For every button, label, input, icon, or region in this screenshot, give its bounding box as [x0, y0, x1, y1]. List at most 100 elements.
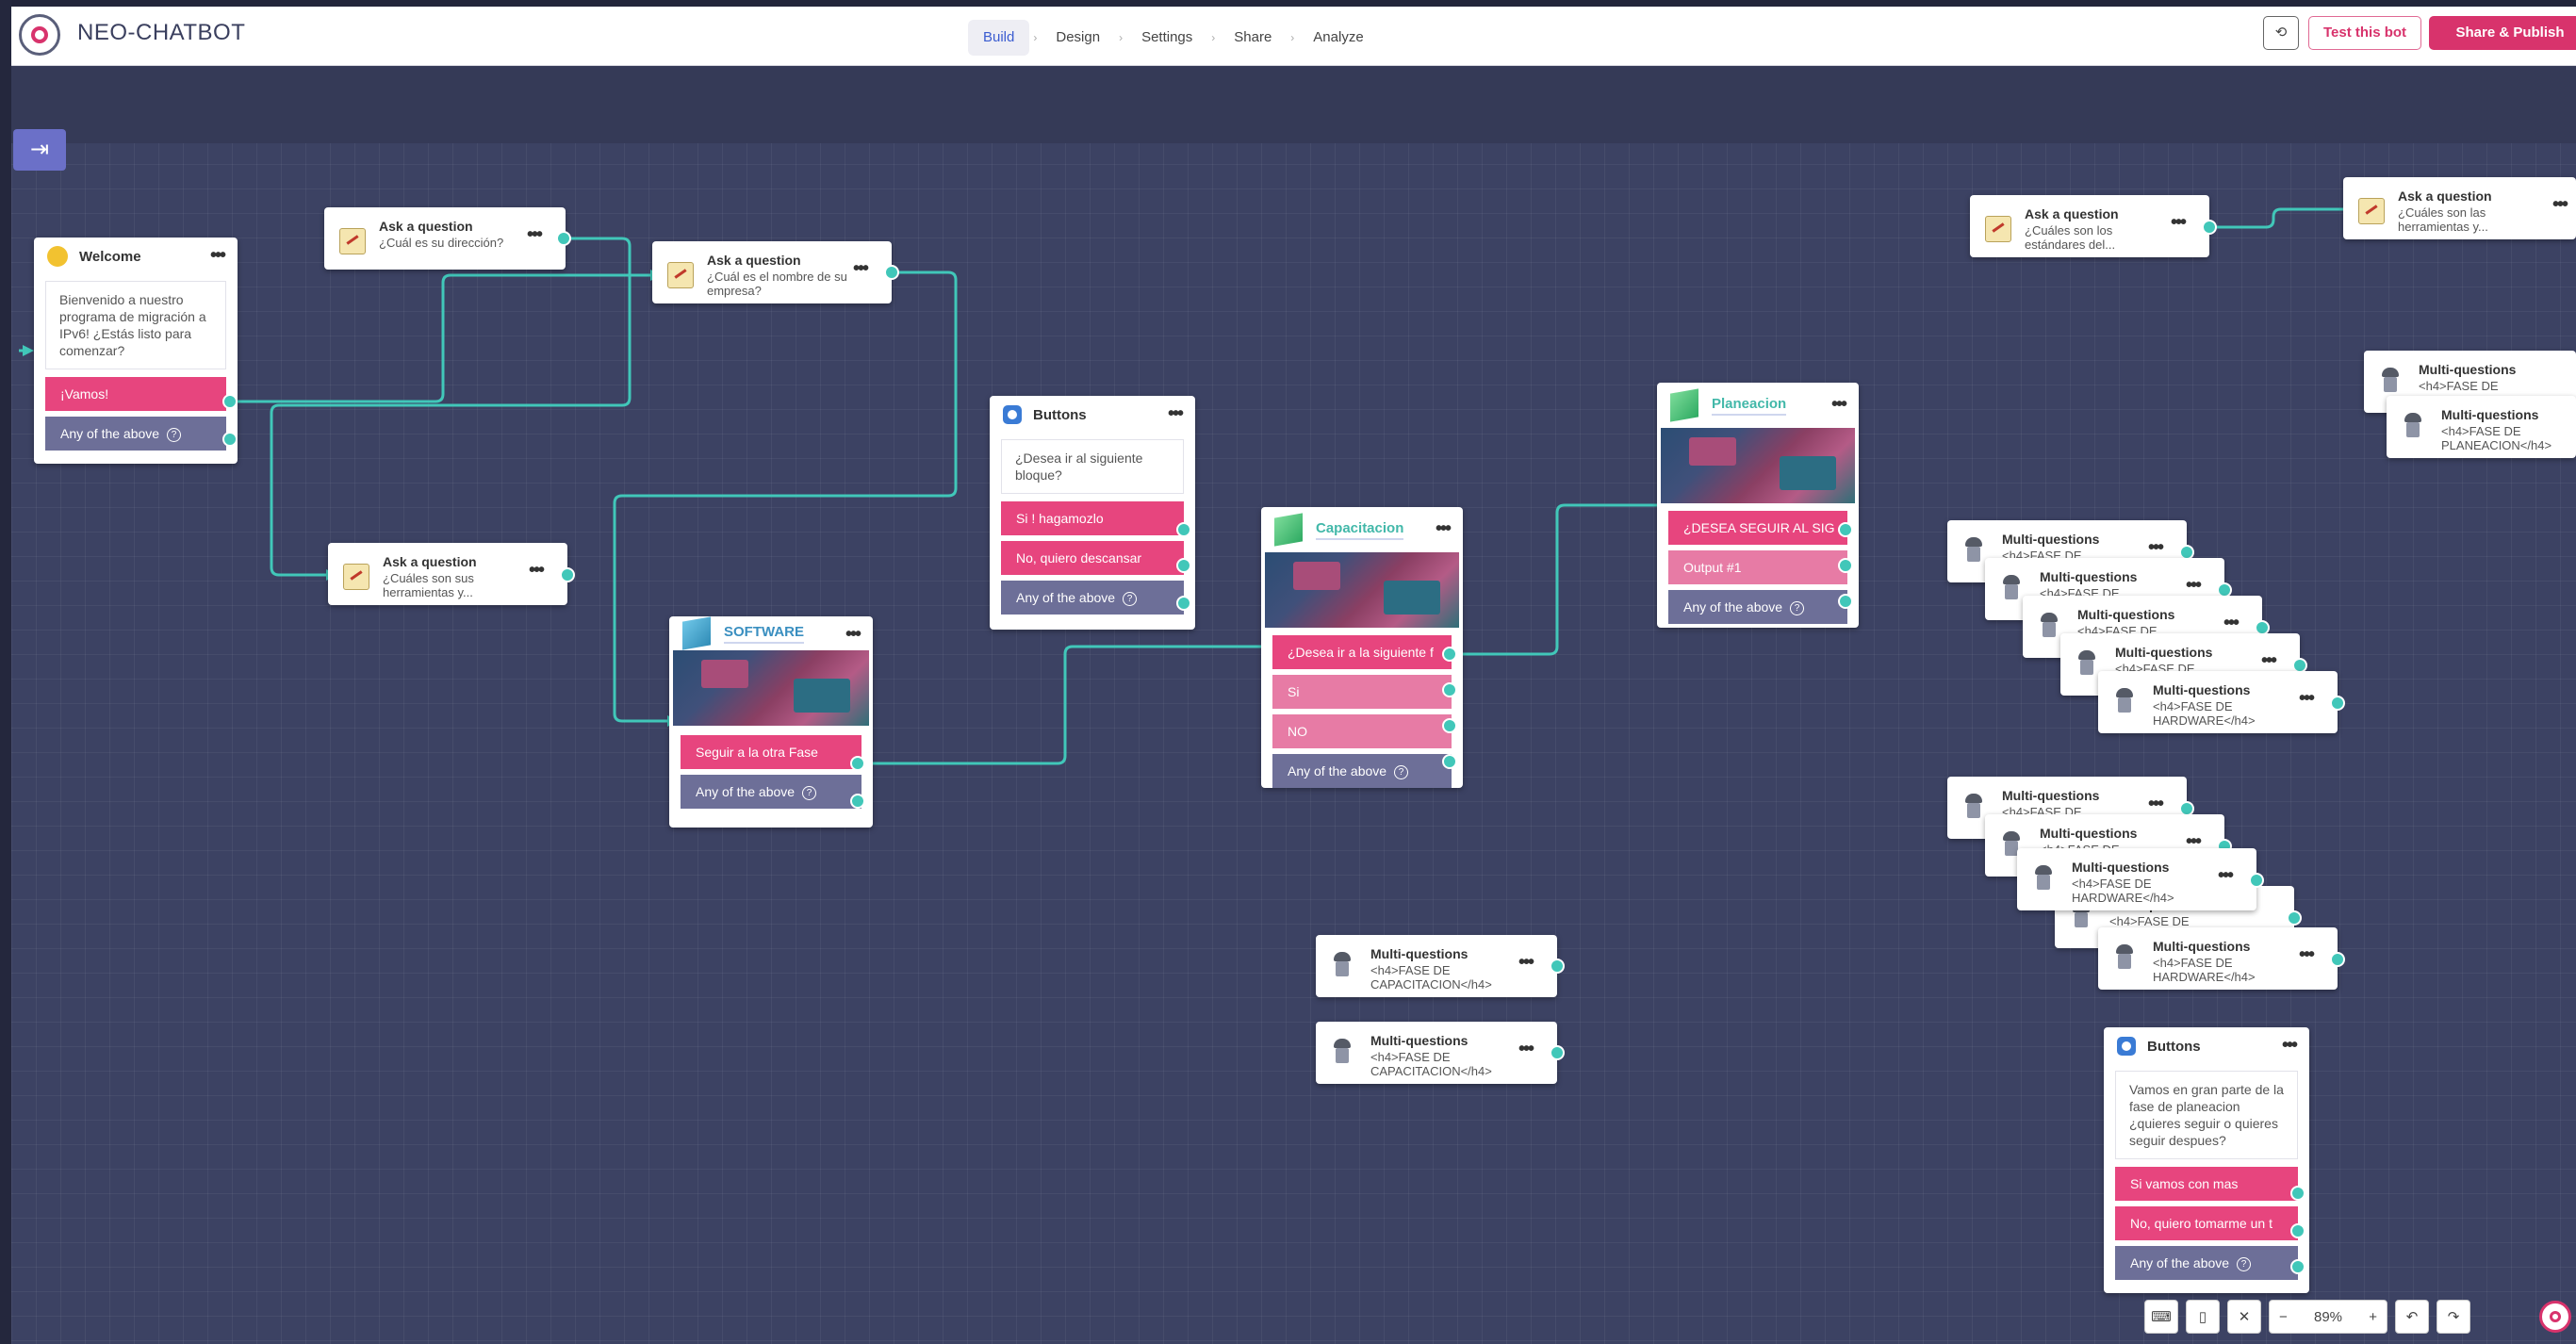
more-options-icon[interactable]: ••• [2186, 575, 2202, 597]
node-multi-questions[interactable]: Multi-questions <h4>FASE DE CAPACITACION… [1316, 1022, 1557, 1084]
help-icon[interactable]: ? [167, 427, 182, 442]
help-icon[interactable]: ? [2237, 1256, 2252, 1271]
node-ask-question-1[interactable]: Ask a question ¿Cuál es su dirección? ••… [324, 207, 566, 270]
option-button[interactable]: ¡Vamos! [45, 377, 226, 411]
output-port-icon[interactable] [1176, 522, 1191, 537]
node-ask-question-2[interactable]: Ask a question ¿Cuál es el nombre de su … [652, 241, 892, 303]
fit-view-button[interactable]: ✕ [2227, 1300, 2261, 1334]
option-button[interactable]: Si [1272, 675, 1452, 709]
output-port-icon[interactable] [884, 265, 899, 280]
output-port-icon[interactable] [2290, 1223, 2305, 1238]
output-port-icon[interactable] [556, 231, 571, 246]
option-button[interactable]: Output #1 [1668, 550, 1847, 584]
output-port-icon[interactable] [2290, 1259, 2305, 1274]
option-any[interactable]: Any of the above? [1668, 590, 1847, 624]
more-options-icon[interactable]: ••• [529, 560, 545, 582]
output-port-icon[interactable] [1442, 682, 1457, 697]
more-options-icon[interactable]: ••• [2299, 688, 2315, 710]
node-multi-questions[interactable]: Multi-questions <h4>FASE DE HARDWARE</h4… [2017, 848, 2256, 910]
node-welcome[interactable]: Welcome ••• Bienvenido a nuestro programa… [34, 238, 238, 464]
option-button[interactable]: ¿DESEA SEGUIR AL SIG [1668, 511, 1847, 545]
help-icon[interactable]: ? [1394, 764, 1409, 779]
help-icon[interactable]: ? [1790, 600, 1805, 615]
node-title[interactable]: SOFTWARE [724, 624, 804, 644]
more-options-icon[interactable]: ••• [1831, 394, 1847, 416]
node-multi-questions[interactable]: Multi-questions <h4>FASE DE HARDWARE</h4… [2098, 671, 2338, 733]
option-button[interactable]: NO [1272, 714, 1452, 748]
output-port-icon[interactable] [1176, 596, 1191, 611]
output-port-icon[interactable] [1838, 522, 1853, 537]
option-button[interactable]: Si vamos con mas [2115, 1167, 2298, 1201]
node-software[interactable]: SOFTWARE ••• Seguir a la otra Fase Any of… [669, 616, 873, 828]
more-options-icon[interactable]: ••• [2148, 794, 2164, 815]
option-any[interactable]: Any of the above? [1272, 754, 1452, 788]
output-port-icon[interactable] [1550, 1045, 1565, 1060]
zoom-in-icon[interactable]: + [2369, 1309, 2377, 1325]
output-port-icon[interactable] [850, 756, 865, 771]
output-port-icon[interactable] [1176, 558, 1191, 573]
more-options-icon[interactable]: ••• [2299, 944, 2315, 966]
node-planeacion[interactable]: Planeacion ••• ¿DESEA SEGUIR AL SIG Outpu… [1657, 383, 1859, 628]
node-title[interactable]: Planeacion [1712, 396, 1787, 416]
redo-button[interactable]: ↷ [2437, 1300, 2470, 1334]
more-options-icon[interactable]: ••• [1436, 518, 1452, 540]
spy-icon [2032, 865, 2055, 892]
more-options-icon[interactable]: ••• [2552, 194, 2568, 216]
output-port-icon[interactable] [850, 794, 865, 809]
output-port-icon[interactable] [2330, 952, 2345, 967]
node-buttons-1[interactable]: Buttons ••• ¿Desea ir al siguiente bloque… [990, 396, 1195, 630]
more-options-icon[interactable]: ••• [527, 224, 543, 246]
node-ask-question-3[interactable]: Ask a question ¿Cuáles son sus herramien… [328, 543, 567, 605]
output-port-icon[interactable] [2290, 1186, 2305, 1201]
more-options-icon[interactable]: ••• [210, 245, 226, 267]
node-multi-questions[interactable]: Multi-questions <h4>FASE DE HARDWARE</h4… [2098, 927, 2338, 990]
more-options-icon[interactable]: ••• [2261, 650, 2277, 672]
more-options-icon[interactable]: ••• [2218, 865, 2234, 887]
output-port-icon[interactable] [1838, 594, 1853, 609]
mouse-mode-button[interactable]: ▯ [2186, 1300, 2220, 1334]
more-options-icon[interactable]: ••• [1518, 1039, 1534, 1060]
node-title[interactable]: Capacitacion [1316, 520, 1404, 540]
node-buttons-2[interactable]: Buttons ••• Vamos en gran parte de la fas… [2104, 1027, 2309, 1293]
more-options-icon[interactable]: ••• [2282, 1035, 2298, 1057]
option-any[interactable]: Any of the above? [45, 417, 226, 451]
node-capacitacion[interactable]: Capacitacion ••• ¿Desea ir a la siguiente… [1261, 507, 1463, 788]
keyboard-shortcuts-button[interactable]: ⌨ [2144, 1300, 2178, 1334]
undo-button[interactable]: ↶ [2395, 1300, 2429, 1334]
option-button[interactable]: Seguir a la otra Fase [681, 735, 861, 769]
more-options-icon[interactable]: ••• [1168, 403, 1184, 425]
more-options-icon[interactable]: ••• [2223, 613, 2240, 634]
output-port-icon[interactable] [1442, 754, 1457, 769]
output-port-icon[interactable] [222, 394, 238, 409]
option-button[interactable]: ¿Desea ir a la siguiente f [1272, 635, 1452, 669]
output-port-icon[interactable] [2249, 873, 2264, 888]
more-options-icon[interactable]: ••• [1518, 952, 1534, 974]
output-port-icon[interactable] [1442, 647, 1457, 662]
help-icon[interactable]: ? [802, 785, 817, 800]
zoom-out-icon[interactable]: − [2279, 1309, 2288, 1325]
help-icon[interactable]: ? [1123, 591, 1138, 606]
more-options-icon[interactable]: ••• [2148, 537, 2164, 559]
option-any[interactable]: Any of the above? [1001, 581, 1184, 615]
option-button[interactable]: Si ! hagamozlo [1001, 501, 1184, 535]
output-port-icon[interactable] [2287, 910, 2302, 926]
output-port-icon[interactable] [1550, 959, 1565, 974]
more-options-icon[interactable]: ••• [845, 624, 861, 646]
node-ask-question-4[interactable]: Ask a question ¿Cuáles son los estándare… [1970, 195, 2209, 257]
node-multi-questions[interactable]: Multi-questions <h4>FASE DE PLANEACION</… [2387, 396, 2576, 458]
help-widget-icon[interactable] [2539, 1301, 2571, 1333]
option-any[interactable]: Any of the above? [2115, 1246, 2298, 1280]
output-port-icon[interactable] [1442, 718, 1457, 733]
node-multi-questions[interactable]: Multi-questions <h4>FASE DE CAPACITACION… [1316, 935, 1557, 997]
output-port-icon[interactable] [2202, 220, 2217, 235]
option-button[interactable]: No, quiero tomarme un t [2115, 1206, 2298, 1240]
node-ask-question-5[interactable]: Ask a question ¿Cuáles son las herramien… [2343, 177, 2576, 239]
option-button[interactable]: No, quiero descansar [1001, 541, 1184, 575]
output-port-icon[interactable] [2330, 696, 2345, 711]
output-port-icon[interactable] [560, 567, 575, 582]
output-port-icon[interactable] [222, 432, 238, 447]
more-options-icon[interactable]: ••• [853, 258, 869, 280]
more-options-icon[interactable]: ••• [2171, 212, 2187, 234]
option-any[interactable]: Any of the above? [681, 775, 861, 809]
output-port-icon[interactable] [1838, 558, 1853, 573]
